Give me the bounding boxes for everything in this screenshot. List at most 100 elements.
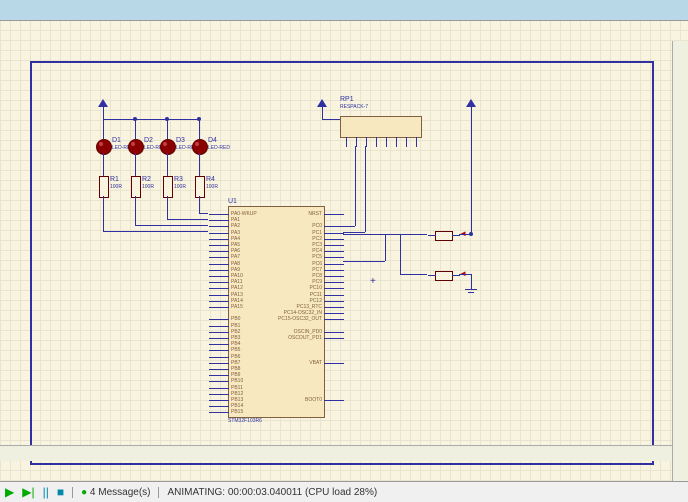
status-ok-icon: ● — [81, 487, 87, 498]
pin-label: PA0-WKUP — [231, 211, 257, 217]
wire — [365, 146, 366, 232]
pin-label: PC14-OSC32_IN — [284, 310, 322, 316]
res-ref: R4 — [206, 176, 215, 183]
pin-label: PA8 — [231, 261, 240, 267]
messages-count[interactable]: 4 Message(s) — [90, 487, 151, 498]
schematic-canvas[interactable]: D1 LED-RED D2 LED-RED D3 LED-RED D4 LED-… — [0, 21, 688, 481]
junction-dot — [197, 117, 201, 121]
pin-label: PA6 — [231, 248, 240, 254]
pin-label: PA9 — [231, 267, 240, 273]
pin-label: PB11 — [231, 385, 243, 391]
step-button[interactable]: ▶| — [22, 485, 34, 499]
pin-label: PC4 — [312, 248, 322, 254]
animation-status: ANIMATING: 00:00:03.040011 (CPU load 28%… — [158, 487, 377, 498]
wire — [167, 196, 168, 219]
pin-label: PA2 — [231, 223, 240, 229]
pin-label: PB4 — [231, 341, 240, 347]
led-ref: D2 — [144, 137, 153, 144]
junction-dot — [165, 117, 169, 121]
resistor-r1 — [99, 176, 109, 198]
wire — [103, 153, 104, 176]
push-button[interactable]: ◄ — [435, 271, 451, 279]
power-vcc-icon — [98, 99, 108, 107]
pin-label: NRST — [308, 211, 322, 217]
junction-dot — [469, 232, 473, 236]
pin-label: BOOT0 — [305, 397, 322, 403]
led-ref: D4 — [208, 137, 217, 144]
pin-label: PA11 — [231, 279, 243, 285]
pin-label: PA1 — [231, 217, 240, 223]
pin-label: PB12 — [231, 391, 243, 397]
res-val: 100R — [174, 184, 186, 190]
wire — [199, 213, 208, 214]
wire — [103, 196, 104, 231]
pin-label: PC12 — [309, 298, 322, 304]
pin-label: PA3 — [231, 230, 240, 236]
respack-part: RESPACK-7 — [340, 104, 368, 110]
pin-label: PA12 — [231, 285, 243, 291]
mcu-part: STM32F103R6 — [228, 418, 262, 424]
wire — [343, 261, 385, 262]
wire — [135, 119, 136, 139]
stop-button[interactable]: ■ — [57, 485, 64, 499]
mcu-chip[interactable]: PA0-WKUPPA1PA2PA3PA4PA5PA6PA7PA8PA9PA10P… — [228, 206, 325, 418]
pin-label: PC15-OSC32_OUT — [278, 316, 322, 322]
status-bar: ▶ ▶| || ■ ● 4 Message(s) ANIMATING: 00:0… — [0, 481, 688, 502]
wire — [135, 196, 136, 225]
pin-label: PC9 — [312, 279, 322, 285]
pin-label: PA4 — [231, 236, 240, 242]
pin-label: PA5 — [231, 242, 240, 248]
wire — [343, 226, 355, 227]
pin-label: PC6 — [312, 261, 322, 267]
pin-label: PB8 — [231, 366, 240, 372]
wire — [167, 219, 208, 220]
pin-label: PC2 — [312, 236, 322, 242]
pin-label: PA7 — [231, 254, 240, 260]
pin-label: PB1 — [231, 323, 240, 329]
wire — [322, 119, 340, 120]
pin-label: PC1 — [312, 230, 322, 236]
led-d3 — [160, 139, 176, 155]
led-d4 — [192, 139, 208, 155]
pause-button[interactable]: || — [43, 485, 49, 499]
pin-label: PA14 — [231, 298, 243, 304]
pin-label: PB3 — [231, 335, 240, 341]
led-d2 — [128, 139, 144, 155]
resistor-pack[interactable] — [340, 116, 422, 138]
pin-label: PB2 — [231, 329, 240, 335]
wire — [199, 153, 200, 176]
wire — [199, 196, 200, 213]
tab-bar — [0, 0, 688, 21]
pin-label: VBAT — [309, 360, 322, 366]
wire — [459, 274, 471, 275]
led-d1 — [96, 139, 112, 155]
pin-label: PC8 — [312, 273, 322, 279]
led-ref: D3 — [176, 137, 185, 144]
wire — [471, 274, 472, 289]
resistor-r3 — [163, 176, 173, 198]
pin-label: PB0 — [231, 316, 240, 322]
res-ref: R2 — [142, 176, 151, 183]
wire — [343, 232, 365, 233]
pin-label: PC3 — [312, 242, 322, 248]
pin-label: PB13 — [231, 397, 243, 403]
res-val: 100R — [142, 184, 154, 190]
power-vcc-icon — [466, 99, 476, 107]
wire — [135, 153, 136, 176]
ruler-vertical — [672, 41, 688, 481]
resistor-r2 — [131, 176, 141, 198]
pin-label: PB15 — [231, 409, 243, 415]
wire — [400, 234, 401, 274]
wire — [385, 234, 386, 261]
pin-label: PC5 — [312, 254, 322, 260]
wire — [400, 274, 427, 275]
power-vcc-icon — [317, 99, 327, 107]
push-button[interactable]: ◄ — [435, 231, 451, 239]
pin-label: PC13_RTC — [297, 304, 322, 310]
ruler-horizontal — [0, 445, 688, 461]
wire — [322, 107, 323, 119]
pin-label: PB5 — [231, 347, 240, 353]
play-button[interactable]: ▶ — [5, 485, 14, 499]
led-part: LED-RED — [208, 145, 230, 151]
pin-label: PB10 — [231, 378, 243, 384]
